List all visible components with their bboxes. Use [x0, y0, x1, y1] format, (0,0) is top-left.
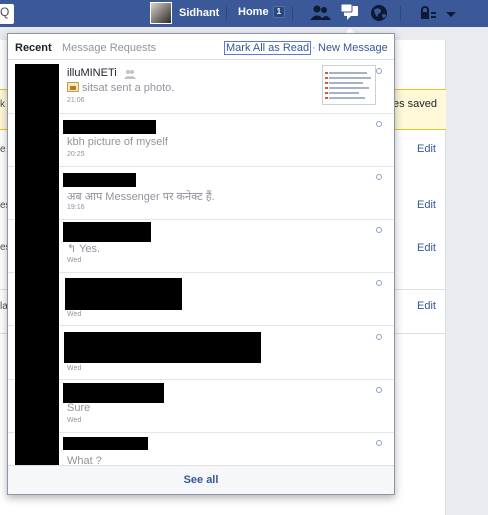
redacted-name [63, 383, 164, 403]
thread-title: illuMINETi [67, 67, 117, 79]
search-input[interactable]: Q [0, 4, 14, 24]
group-conversation-icon [124, 70, 136, 79]
avatar [150, 2, 172, 24]
redacted-name [63, 437, 148, 450]
redacted-name [65, 278, 182, 310]
header-separator: · [312, 42, 316, 54]
see-all-link[interactable]: See all [8, 474, 394, 486]
page-edge-text: e [0, 144, 6, 155]
home-label: Home [238, 6, 269, 18]
message-thread[interactable]: illuMINETi sitsat sent a photo. 21:06 [8, 60, 394, 114]
saved-notice-text: es saved [393, 98, 438, 110]
flyout-footer: See all [8, 465, 394, 494]
messages-flyout: Recent Message Requests Mark All as Read… [7, 33, 395, 495]
new-message-link[interactable]: New Message [318, 42, 388, 54]
redacted-name [64, 332, 261, 363]
account-menu-icon[interactable] [441, 3, 463, 23]
mark-all-read-link[interactable]: Mark All as Read [224, 41, 312, 55]
redacted-name [63, 120, 156, 134]
thread-snippet: sitsat sent a photo. [67, 82, 174, 94]
message-thread[interactable]: Wed [8, 273, 394, 326]
flyout-header: Recent Message Requests Mark All as Read… [8, 34, 394, 60]
mark-as-read-toggle[interactable] [376, 227, 382, 233]
message-thread[interactable]: Wed [8, 326, 394, 380]
friend-requests-icon[interactable] [309, 3, 331, 23]
thread-time: Wed [67, 311, 82, 318]
edit-link[interactable]: Edit [417, 143, 436, 155]
redacted-name [63, 173, 136, 187]
mark-as-read-toggle[interactable] [376, 68, 382, 74]
privacy-lock-icon[interactable] [418, 3, 440, 23]
mark-as-read-toggle[interactable] [376, 121, 382, 127]
thread-time: 20:25 [67, 151, 85, 158]
home-link[interactable]: Home 1 [238, 6, 286, 18]
message-thread[interactable]: kbh picture of myself 20:25 [8, 114, 394, 167]
profile-name: Sidhant [179, 7, 220, 19]
thread-snippet: kbh picture of myself [67, 136, 168, 148]
photo-attachment-icon [67, 82, 79, 92]
edit-link[interactable]: Edit [417, 242, 436, 254]
message-thread[interactable]: अब आप Messenger पर कनेक्ट हैं. 19:16 [8, 167, 394, 220]
thread-snippet: Sure [67, 402, 91, 414]
thread-time: Wed [67, 417, 82, 424]
message-thread[interactable]: ↰ Yes. Wed [8, 220, 394, 273]
edit-link[interactable]: Edit [417, 300, 436, 312]
top-navigation-bar: Q Sidhant Home 1 [0, 0, 488, 34]
notifications-icon[interactable] [369, 3, 391, 23]
tab-recent[interactable]: Recent [15, 42, 52, 54]
home-count-badge: 1 [272, 6, 286, 18]
thread-snippet: ↰ Yes. [67, 242, 100, 255]
mark-as-read-toggle[interactable] [376, 174, 382, 180]
page-edge-text: k [0, 99, 5, 110]
thread-snippet-text: Yes. [79, 243, 101, 255]
profile-link[interactable]: Sidhant [150, 2, 219, 24]
nav-divider [292, 6, 293, 21]
thread-snippet: अब आप Messenger पर कनेक्ट हैं. [67, 191, 215, 203]
reply-arrow-icon: ↰ [67, 243, 80, 255]
thread-time: 21:06 [67, 97, 85, 104]
edit-link[interactable]: Edit [417, 199, 436, 211]
search-icon: Q [0, 5, 10, 19]
thread-time: Wed [67, 257, 82, 264]
message-thread[interactable]: Sure Wed [8, 380, 394, 433]
mark-as-read-toggle[interactable] [376, 334, 382, 340]
messages-icon[interactable] [339, 3, 361, 34]
thread-time: Wed [67, 365, 82, 372]
nav-divider [400, 6, 401, 21]
nav-divider [226, 6, 227, 21]
tab-message-requests[interactable]: Message Requests [62, 42, 156, 54]
thread-time: 19:16 [67, 204, 85, 211]
redacted-name [63, 222, 151, 242]
redacted-avatars [15, 64, 59, 474]
mark-as-read-toggle[interactable] [376, 387, 382, 393]
photo-thumbnail [322, 65, 376, 105]
mark-as-read-toggle[interactable] [376, 280, 382, 286]
mark-as-read-toggle[interactable] [376, 440, 382, 446]
thread-snippet-text: sitsat sent a photo. [82, 82, 175, 94]
